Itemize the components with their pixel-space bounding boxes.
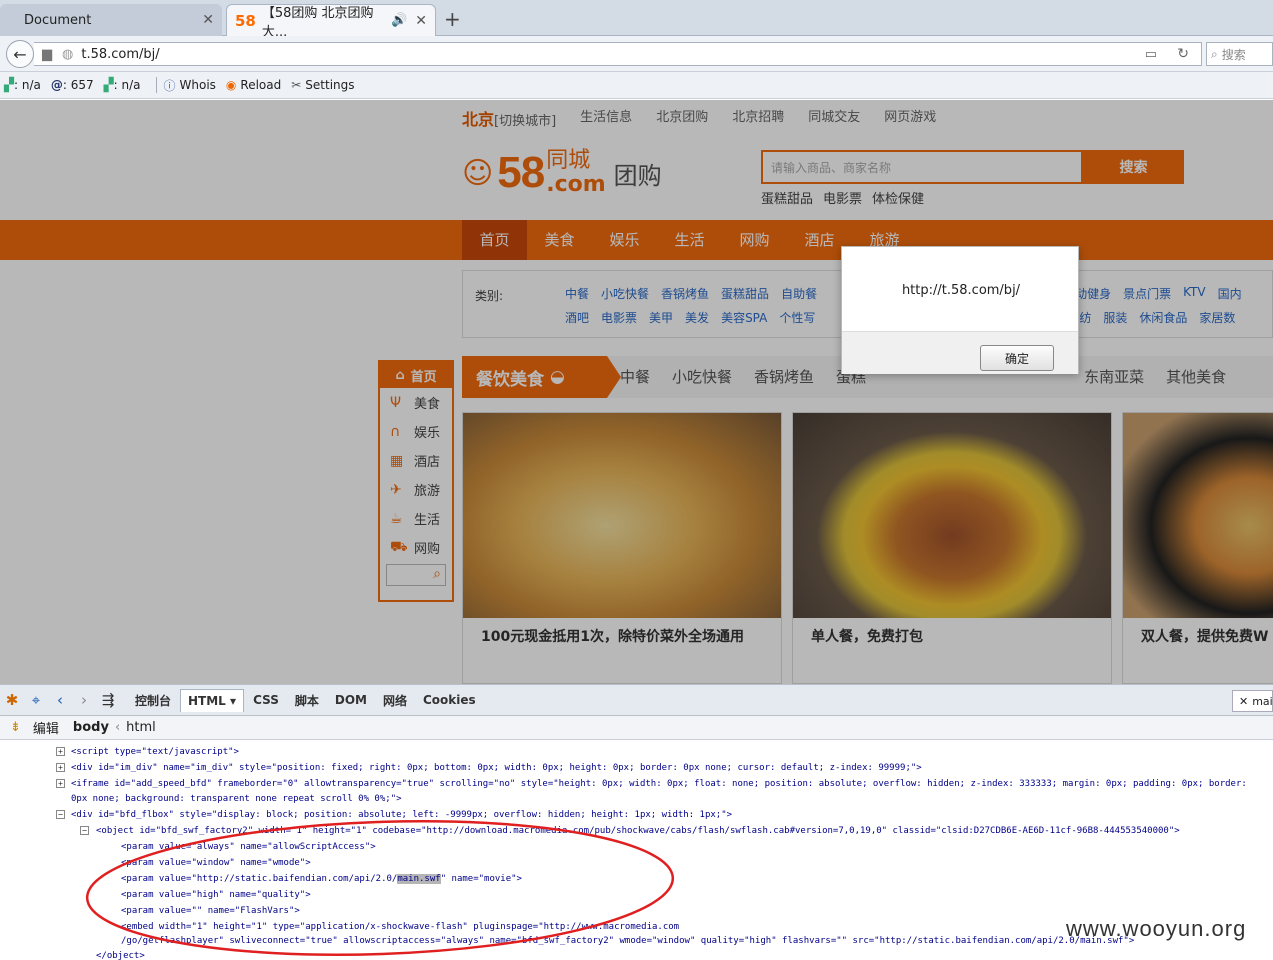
tab-58[interactable]: 58 【58团购 北京团购大... 🔊 ✕	[226, 4, 436, 40]
edit-button[interactable]: 编辑	[33, 718, 59, 737]
tab-console[interactable]: 控制台	[128, 688, 178, 713]
58-favicon-icon: 58	[235, 11, 256, 30]
tab-dom[interactable]: DOM	[328, 689, 374, 711]
back-arrow-icon: ←	[13, 44, 27, 64]
alert-dialog: http://t.58.com/bj/ 确定	[841, 246, 1079, 374]
breadcrumb-body[interactable]: body	[73, 720, 109, 735]
inspect-icon[interactable]: ⌖	[24, 691, 48, 709]
alexa-icon: @	[50, 78, 63, 92]
search-placeholder: 搜索	[1221, 47, 1246, 62]
divider	[156, 77, 158, 93]
firebug-small-icon[interactable]: ⇟	[10, 720, 21, 735]
tab-label: 【58团购 北京团购大...	[261, 5, 374, 40]
close-icon[interactable]: ✕	[202, 12, 214, 28]
devtools-breadcrumb-bar: ⇟ 编辑 body ‹ html	[0, 716, 1273, 740]
alexa-item[interactable]: @: 657	[51, 78, 94, 92]
reader-icon[interactable]: ▭	[1145, 47, 1157, 62]
settings-label: Settings	[305, 78, 355, 92]
tab-html-label: HTML	[188, 693, 226, 708]
settings-button[interactable]: ✂ Settings	[291, 78, 354, 92]
reload-label: Reload	[240, 78, 282, 92]
question-icon: ⓘ	[163, 78, 176, 93]
speaker-icon[interactable]: 🔊	[391, 13, 407, 28]
google-icon: ▞	[103, 77, 114, 93]
tab-css[interactable]: CSS	[246, 689, 286, 711]
pagerank2-value: : n/a	[113, 78, 141, 92]
tab-bar: Document ✕ 58 【58团购 北京团购大... 🔊 ✕ +	[0, 0, 1273, 40]
tools-icon: ✂	[291, 78, 302, 92]
tab-script[interactable]: 脚本	[288, 688, 326, 713]
alexa-value: : 657	[62, 78, 94, 92]
breadcrumb-sep-icon: ‹	[114, 720, 121, 735]
pagerank-item[interactable]: ▞: n/a	[4, 78, 41, 93]
watermark: www.wooyun.org	[1066, 916, 1247, 941]
next-icon[interactable]: ›	[72, 691, 96, 709]
devtools-search-input[interactable]: ✕ mai	[1232, 690, 1273, 712]
ok-button[interactable]: 确定	[980, 345, 1054, 371]
chevron-down-icon[interactable]: ▾	[230, 694, 236, 708]
reload-circle-icon: ◉	[225, 78, 237, 92]
whois-label: Whois	[179, 78, 216, 92]
web-page: 北京[切换城市] 生活信息 北京团购 北京招聘 同城交友 网页游戏 ☺ 58 同…	[0, 100, 1273, 684]
firebug-icon[interactable]: ✱	[0, 691, 24, 709]
clear-icon[interactable]: ✕	[1239, 695, 1248, 708]
step-icon[interactable]: ⇶	[96, 691, 120, 709]
modal-overlay	[0, 100, 1273, 684]
tab-label: Document	[24, 12, 92, 28]
reload-button[interactable]: ◉ Reload	[226, 78, 281, 92]
tab-document[interactable]: Document ✕	[0, 4, 222, 36]
tab-html[interactable]: HTML ▾	[180, 688, 245, 712]
browser-search-input[interactable]: ⌕ 搜索	[1206, 42, 1273, 66]
close-icon[interactable]: ✕	[415, 13, 427, 29]
url-bar[interactable]: ▆ ◍ t.58.com/bj/ ▭ ↻	[34, 42, 1202, 66]
alert-message: http://t.58.com/bj/	[901, 283, 1021, 298]
devtools-search-value: mai	[1252, 694, 1273, 708]
back-button[interactable]: ←	[6, 40, 34, 68]
reload-icon[interactable]: ↻	[1177, 46, 1189, 62]
search-icon: ⌕	[1211, 46, 1218, 61]
url-text[interactable]: t.58.com/bj/	[81, 47, 159, 62]
breadcrumb-html[interactable]: html	[126, 720, 156, 735]
addon-bar: ▞: n/a @: 657 ▞: n/a ⓘ Whois ◉ Reload ✂ Set…	[0, 72, 1273, 99]
new-tab-icon[interactable]: +	[444, 7, 461, 31]
pagerank2-item[interactable]: ▞: n/a	[104, 78, 141, 93]
tab-cookies[interactable]: Cookies	[416, 689, 483, 711]
alert-footer: 确定	[842, 331, 1078, 374]
folder-icon[interactable]: ▆	[42, 47, 52, 62]
google-icon: ▞	[4, 77, 14, 93]
pagerank-value: : n/a	[14, 78, 41, 92]
prev-icon[interactable]: ‹	[48, 691, 72, 709]
tab-net[interactable]: 网络	[376, 688, 414, 713]
globe-icon: ◍	[62, 46, 74, 62]
devtools-toolbar: ✱ ⌖ ‹ › ⇶ 控制台 HTML ▾ CSS 脚本 DOM 网络 Cooki…	[0, 684, 1273, 716]
whois-button[interactable]: ⓘ Whois	[163, 77, 215, 94]
